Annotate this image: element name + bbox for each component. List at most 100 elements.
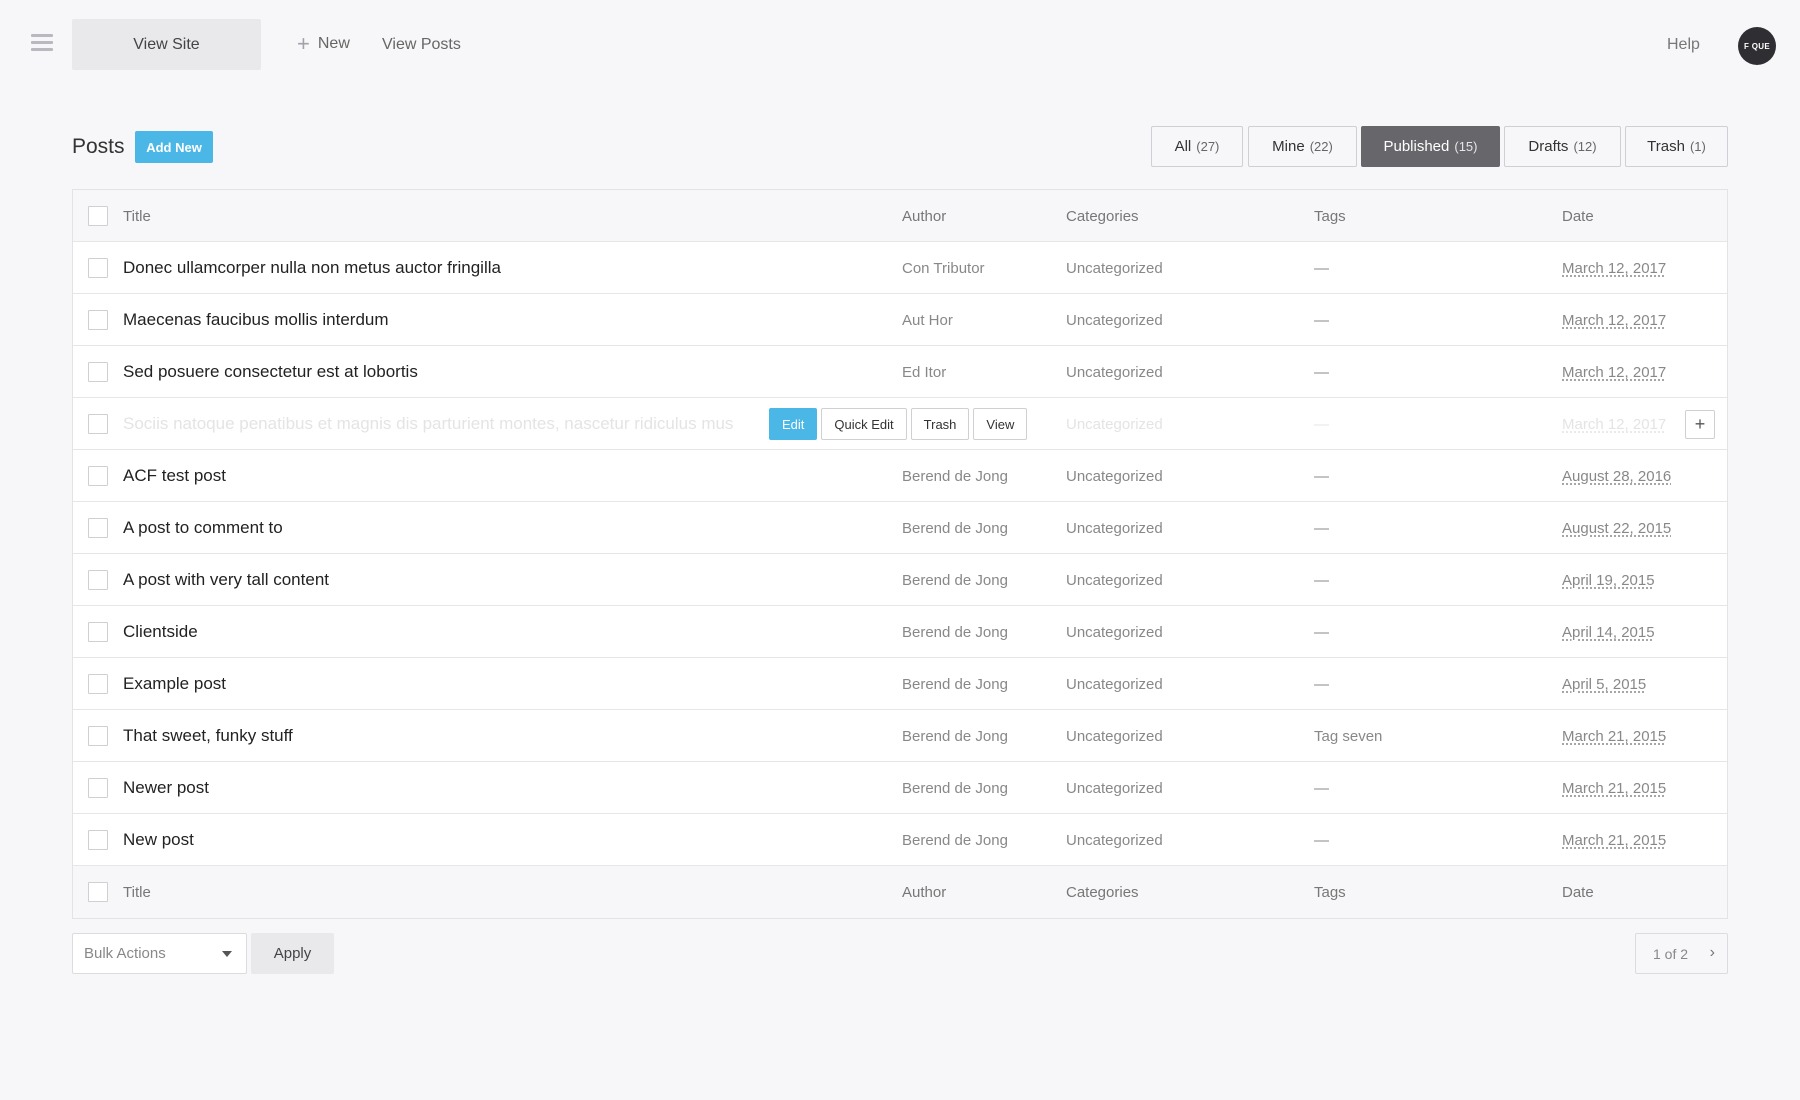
column-categories: Categories <box>1066 207 1139 225</box>
filter-trash[interactable]: Trash (1) <box>1625 126 1728 167</box>
row-checkbox[interactable] <box>88 466 108 486</box>
filter-all[interactable]: All (27) <box>1151 126 1243 167</box>
post-title[interactable]: Sociis natoque penatibus et magnis dis p… <box>123 398 733 450</box>
table-footer-row: Title Author Categories Tags Date <box>73 866 1727 918</box>
post-author[interactable]: Ed Itor <box>902 346 946 398</box>
post-date[interactable]: March 12, 2017 <box>1562 398 1666 450</box>
row-checkbox[interactable] <box>88 310 108 330</box>
posts-table: Title Author Categories Tags Date Donec … <box>72 189 1728 919</box>
post-date[interactable]: March 12, 2017 <box>1562 242 1666 294</box>
post-date[interactable]: April 14, 2015 <box>1562 606 1655 658</box>
view-site-button[interactable]: View Site <box>72 19 261 70</box>
row-checkbox[interactable] <box>88 362 108 382</box>
post-date[interactable]: April 5, 2015 <box>1562 658 1646 710</box>
post-title[interactable]: A post with very tall content <box>123 554 329 606</box>
row-checkbox[interactable] <box>88 414 108 434</box>
filter-mine[interactable]: Mine (22) <box>1248 126 1357 167</box>
post-author[interactable]: Berend de Jong <box>902 710 1008 762</box>
post-title[interactable]: Example post <box>123 658 226 710</box>
post-date[interactable]: March 21, 2015 <box>1562 814 1666 866</box>
post-categories[interactable]: Uncategorized <box>1066 450 1163 502</box>
post-title[interactable]: Maecenas faucibus mollis interdum <box>123 294 389 346</box>
view-button[interactable]: View <box>973 408 1028 440</box>
post-categories[interactable]: Uncategorized <box>1066 294 1163 346</box>
table-row: Donec ullamcorper nulla non metus auctor… <box>73 242 1727 294</box>
select-all-checkbox[interactable] <box>88 206 108 226</box>
bulk-actions-select[interactable]: Bulk Actions <box>72 933 247 974</box>
hamburger-menu-icon[interactable] <box>31 34 53 54</box>
post-title[interactable]: Sed posuere consectetur est at lobortis <box>123 346 418 398</box>
row-checkbox[interactable] <box>88 518 108 538</box>
chevron-right-icon[interactable]: › <box>1710 944 1715 962</box>
row-checkbox[interactable] <box>88 674 108 694</box>
post-author[interactable]: Berend de Jong <box>902 814 1008 866</box>
post-title[interactable]: That sweet, funky stuff <box>123 710 293 762</box>
post-title[interactable]: Newer post <box>123 762 209 814</box>
quick-edit-button[interactable]: Quick Edit <box>821 408 907 440</box>
column-date[interactable]: Date <box>1562 190 1594 242</box>
row-checkbox[interactable] <box>88 622 108 642</box>
post-title[interactable]: A post to comment to <box>123 502 283 554</box>
post-tags: — <box>1314 623 1329 641</box>
post-categories[interactable]: Uncategorized <box>1066 814 1163 866</box>
row-checkbox[interactable] <box>88 778 108 798</box>
row-checkbox[interactable] <box>88 570 108 590</box>
pagination: 1 of 2 › <box>1635 933 1728 974</box>
post-author[interactable]: Berend de Jong <box>902 762 1008 814</box>
post-categories[interactable]: Uncategorized <box>1066 710 1163 762</box>
add-new-button[interactable]: Add New <box>135 131 213 163</box>
column-title[interactable]: Title <box>123 866 151 918</box>
table-row: Example post Berend de Jong Uncategorize… <box>73 658 1727 710</box>
post-date[interactable]: March 21, 2015 <box>1562 762 1666 814</box>
edit-button[interactable]: Edit <box>769 408 818 440</box>
avatar[interactable]: F QUE <box>1738 27 1776 65</box>
column-title[interactable]: Title <box>123 190 151 242</box>
post-author[interactable]: Berend de Jong <box>902 554 1008 606</box>
filter-count: (22) <box>1309 139 1333 154</box>
select-all-checkbox[interactable] <box>88 882 108 902</box>
column-tags: Tags <box>1314 207 1346 225</box>
post-categories[interactable]: Uncategorized <box>1066 658 1163 710</box>
post-date[interactable]: March 12, 2017 <box>1562 346 1666 398</box>
table-row: Sed posuere consectetur est at lobortis … <box>73 346 1727 398</box>
post-categories[interactable]: Uncategorized <box>1066 398 1163 450</box>
post-categories[interactable]: Uncategorized <box>1066 762 1163 814</box>
help-link[interactable]: Help <box>1667 36 1700 54</box>
filter-count: (1) <box>1689 139 1706 154</box>
post-title[interactable]: Donec ullamcorper nulla non metus auctor… <box>123 242 501 294</box>
table-row: Newer post Berend de Jong Uncategorized … <box>73 762 1727 814</box>
post-date[interactable]: April 19, 2015 <box>1562 554 1655 606</box>
trash-button[interactable]: Trash <box>910 408 970 440</box>
post-tags[interactable]: Tag seven <box>1314 710 1382 762</box>
post-categories[interactable]: Uncategorized <box>1066 606 1163 658</box>
post-author[interactable]: Berend de Jong <box>902 502 1008 554</box>
row-checkbox[interactable] <box>88 726 108 746</box>
table-row: A post to comment to Berend de Jong Unca… <box>73 502 1727 554</box>
post-author[interactable]: Aut Hor <box>902 294 953 346</box>
row-checkbox[interactable] <box>88 830 108 850</box>
post-author[interactable]: Berend de Jong <box>902 450 1008 502</box>
post-date[interactable]: August 28, 2016 <box>1562 450 1671 502</box>
post-categories[interactable]: Uncategorized <box>1066 554 1163 606</box>
post-categories[interactable]: Uncategorized <box>1066 242 1163 294</box>
expand-row-button[interactable]: + <box>1685 410 1715 439</box>
view-posts-link[interactable]: View Posts <box>382 36 461 54</box>
filter-drafts[interactable]: Drafts (12) <box>1504 126 1621 167</box>
post-title[interactable]: ACF test post <box>123 450 226 502</box>
post-categories[interactable]: Uncategorized <box>1066 346 1163 398</box>
post-categories[interactable]: Uncategorized <box>1066 502 1163 554</box>
post-date[interactable]: March 21, 2015 <box>1562 710 1666 762</box>
post-date[interactable]: March 12, 2017 <box>1562 294 1666 346</box>
post-author[interactable]: Berend de Jong <box>902 606 1008 658</box>
post-author[interactable]: Berend de Jong <box>902 658 1008 710</box>
new-button[interactable]: + New <box>297 33 350 55</box>
post-author[interactable]: Con Tributor <box>902 242 985 294</box>
row-checkbox[interactable] <box>88 258 108 278</box>
column-date[interactable]: Date <box>1562 866 1594 918</box>
post-title[interactable]: Clientside <box>123 606 198 658</box>
table-header-row: Title Author Categories Tags Date <box>73 190 1727 242</box>
filter-published[interactable]: Published (15) <box>1361 126 1500 167</box>
post-date[interactable]: August 22, 2015 <box>1562 502 1671 554</box>
apply-button[interactable]: Apply <box>251 933 334 974</box>
post-title[interactable]: New post <box>123 814 194 866</box>
